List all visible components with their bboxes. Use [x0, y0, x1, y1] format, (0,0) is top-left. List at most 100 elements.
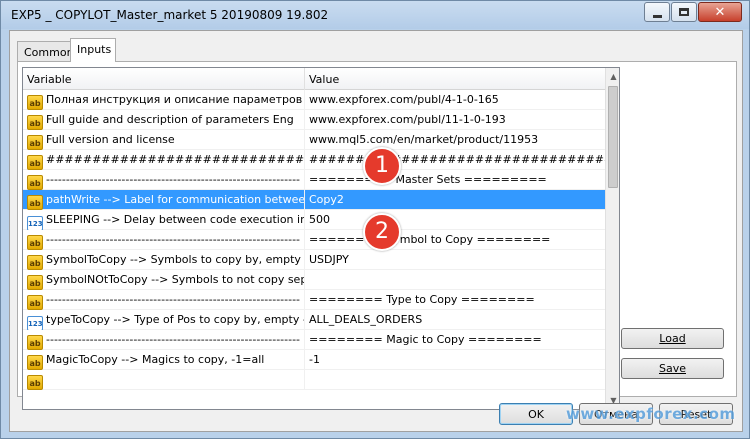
table-row[interactable]: ab — [23, 370, 605, 390]
string-type-icon: ab — [27, 295, 43, 310]
variable-name: ########################################… — [46, 153, 305, 166]
tab-common[interactable]: Common — [17, 41, 74, 62]
variable-cell[interactable]: ab --------------------------------------… — [23, 230, 305, 250]
value-cell[interactable] — [305, 270, 605, 290]
table-row[interactable]: ab pathWrite --> Label for communication … — [23, 190, 605, 210]
variable-cell[interactable]: ab SymbolToCopy --> Symbols to copy by, e… — [23, 250, 305, 270]
table-row[interactable]: ab SymbolNOtToCopy --> Symbols to not cop… — [23, 270, 605, 290]
string-type-icon: ab — [27, 155, 43, 170]
tab-inputs[interactable]: Inputs — [70, 38, 116, 62]
numeric-type-icon: 123 — [27, 216, 43, 230]
save-button[interactable]: Save — [621, 358, 724, 379]
vertical-scrollbar[interactable]: ▲ ▼ — [605, 68, 619, 409]
table-row[interactable]: ab --------------------------------------… — [23, 330, 605, 350]
table-row[interactable]: ab --------------------------------------… — [23, 170, 605, 190]
variable-name: Full guide and description of parameters… — [46, 113, 294, 126]
variable-cell[interactable]: ab SymbolNOtToCopy --> Symbols to not cop… — [23, 270, 305, 290]
variable-name: ----------------------------------------… — [46, 173, 301, 186]
value-cell[interactable]: ALL_DEALS_ORDERS — [305, 310, 605, 330]
maximize-button[interactable] — [671, 2, 697, 22]
string-type-icon: ab — [27, 115, 43, 130]
variable-cell[interactable]: ab — [23, 370, 305, 390]
maximize-icon — [679, 8, 689, 16]
string-type-icon: ab — [27, 175, 43, 190]
inputs-grid: Variable Value ab Полная инструкция и опи… — [22, 67, 620, 410]
variable-cell[interactable]: ab Full version and license — [23, 130, 305, 150]
value-cell[interactable]: www.expforex.com/publ/4-1-0-165 — [305, 90, 605, 110]
string-type-icon: ab — [27, 135, 43, 150]
string-type-icon: ab — [27, 95, 43, 110]
annotation-badge-1: 1 — [363, 147, 401, 185]
variable-cell[interactable]: 123 typeToCopy --> Type of Pos to copy by… — [23, 310, 305, 330]
table-row[interactable]: ab SymbolToCopy --> Symbols to copy by, e… — [23, 250, 605, 270]
string-type-icon: ab — [27, 235, 43, 250]
string-type-icon: ab — [27, 335, 43, 350]
load-button-label: Load — [659, 332, 686, 345]
variable-name: pathWrite --> Label for communication be… — [46, 193, 305, 206]
grid-rows: ab Полная инструкция и описание параметро… — [23, 90, 605, 390]
variable-name: MagicToCopy --> Magics to copy, -1=all — [46, 353, 265, 366]
scrollbar-thumb[interactable] — [608, 86, 618, 188]
variable-cell[interactable]: ab######################################… — [23, 150, 305, 170]
string-type-icon: ab — [27, 375, 43, 390]
value-cell[interactable]: ======== Symbol to Copy ======== — [305, 230, 605, 250]
variable-name: ----------------------------------------… — [46, 333, 301, 346]
table-row[interactable]: 123 SLEEPING --> Delay between code execu… — [23, 210, 605, 230]
value-cell[interactable]: www.mql5.com/en/market/product/11953 — [305, 130, 605, 150]
grid-header: Variable Value — [23, 68, 605, 90]
variable-cell[interactable]: ab Full guide and description of paramete… — [23, 110, 305, 130]
value-cell[interactable]: ========= Master Sets ========= — [305, 170, 605, 190]
load-button[interactable]: Load — [621, 328, 724, 349]
variable-name: SLEEPING --> Delay between code executio… — [46, 213, 304, 226]
close-icon: ✕ — [714, 4, 726, 20]
table-row[interactable]: ab ############################ ##########… — [23, 150, 605, 170]
value-cell[interactable]: -1 — [305, 350, 605, 370]
minimize-icon — [652, 14, 662, 18]
value-cell[interactable] — [305, 370, 605, 390]
title-bar[interactable]: EXP5 _ COPYLOT_Master_market 5 20190809 … — [1, 1, 749, 29]
window-title: EXP5 _ COPYLOT_Master_market 5 20190809 … — [11, 8, 329, 22]
value-cell[interactable]: ======== Type to Copy ======== — [305, 290, 605, 310]
value-cell[interactable]: ########################################… — [305, 150, 605, 170]
watermark: www.expforex.com — [566, 405, 736, 423]
variable-name: Полная инструкция и описание параметров … — [46, 93, 305, 106]
variable-cell[interactable]: ab MagicToCopy --> Magics to copy, -1=all — [23, 350, 305, 370]
table-row[interactable]: ab Полная инструкция и описание параметро… — [23, 90, 605, 110]
table-row[interactable]: ab Full version and license www.mql5.com/e… — [23, 130, 605, 150]
table-row[interactable]: ab Full guide and description of paramete… — [23, 110, 605, 130]
string-type-icon: ab — [27, 355, 43, 370]
table-row[interactable]: ab MagicToCopy --> Magics to copy, -1=all… — [23, 350, 605, 370]
column-header-variable[interactable]: Variable — [23, 68, 305, 90]
variable-name: Full version and license — [46, 133, 175, 146]
close-button[interactable]: ✕ — [698, 2, 742, 22]
table-row[interactable]: ab --------------------------------------… — [23, 290, 605, 310]
save-button-label: Save — [658, 362, 686, 375]
variable-cell[interactable]: ab --------------------------------------… — [23, 330, 305, 350]
variable-name: typeToCopy --> Type of Pos to copy by, e… — [46, 313, 305, 326]
minimize-button[interactable] — [644, 2, 670, 22]
string-type-icon: ab — [27, 195, 43, 210]
variable-name: ----------------------------------------… — [46, 233, 301, 246]
variable-name: ----------------------------------------… — [46, 293, 301, 306]
scroll-up-icon[interactable]: ▲ — [606, 68, 619, 85]
table-row[interactable]: 123 typeToCopy --> Type of Pos to copy by… — [23, 310, 605, 330]
annotation-badge-2: 2 — [363, 213, 401, 251]
dialog-window: EXP5 _ COPYLOT_Master_market 5 20190809 … — [0, 0, 750, 439]
value-cell[interactable]: www.expforex.com/publ/11-1-0-193 — [305, 110, 605, 130]
value-cell[interactable]: Copy2 — [305, 190, 605, 210]
variable-cell[interactable]: ab Полная инструкция и описание параметро… — [23, 90, 305, 110]
variable-name: SymbolToCopy --> Symbols to copy by, emp… — [46, 253, 304, 266]
table-row[interactable]: ab --------------------------------------… — [23, 230, 605, 250]
variable-name: SymbolNOtToCopy --> Symbols to not copy … — [46, 273, 304, 286]
value-cell[interactable]: ======== Magic to Copy ======== — [305, 330, 605, 350]
ok-button[interactable]: OK — [499, 403, 573, 425]
value-cell[interactable]: 500 — [305, 210, 605, 230]
numeric-type-icon: 123 — [27, 316, 43, 330]
string-type-icon: ab — [27, 255, 43, 270]
column-header-value[interactable]: Value — [305, 68, 605, 90]
variable-cell[interactable]: ab --------------------------------------… — [23, 170, 305, 190]
variable-cell[interactable]: ab pathWrite --> Label for communication … — [23, 190, 305, 210]
variable-cell[interactable]: ab --------------------------------------… — [23, 290, 305, 310]
variable-cell[interactable]: 123 SLEEPING --> Delay between code execu… — [23, 210, 305, 230]
value-cell[interactable]: USDJPY — [305, 250, 605, 270]
